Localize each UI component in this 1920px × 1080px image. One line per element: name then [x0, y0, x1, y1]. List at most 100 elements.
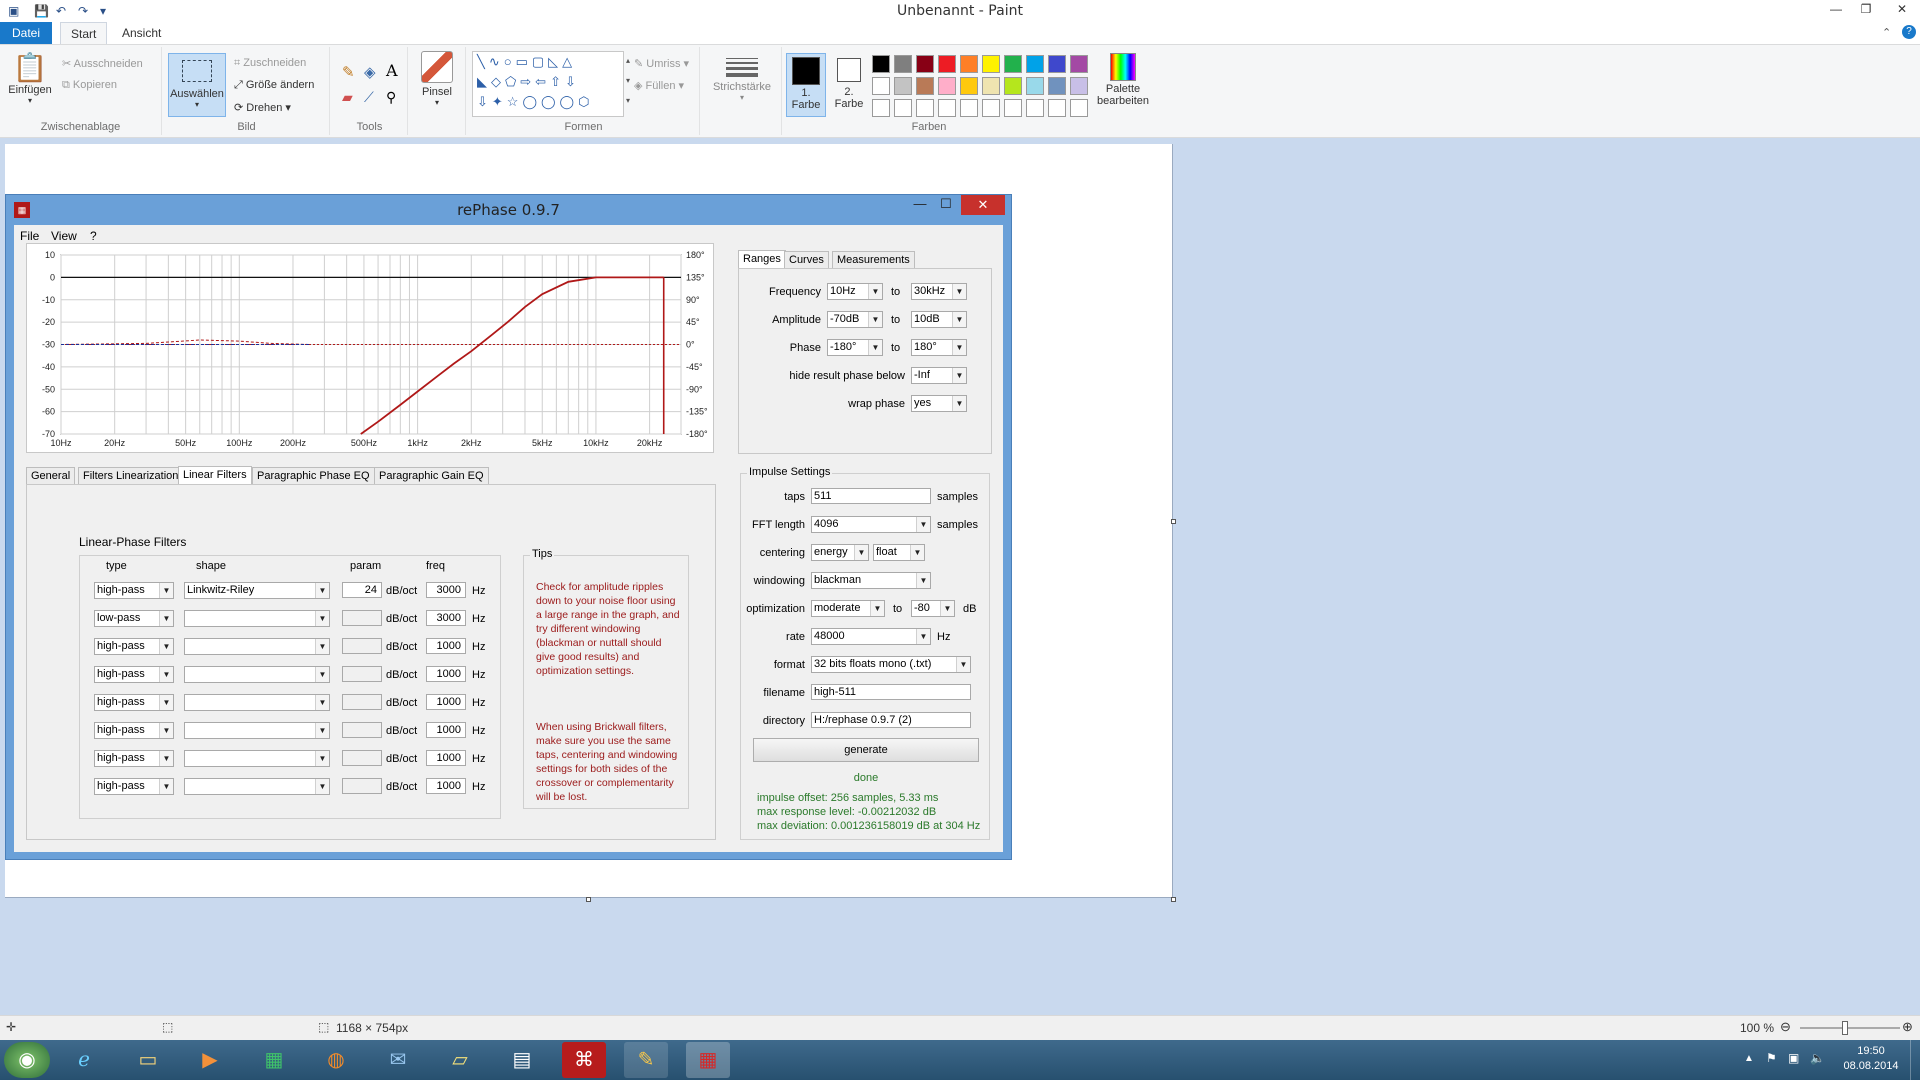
thunderbird-icon[interactable]: ✉: [376, 1042, 420, 1078]
filter-shape-select[interactable]: ▼: [184, 694, 330, 711]
cut-button[interactable]: ✂ Ausschneiden: [62, 57, 143, 70]
action-center-flag-icon[interactable]: ⚑: [1766, 1051, 1777, 1065]
palette-swatch[interactable]: [982, 77, 1000, 95]
tab-view[interactable]: Ansicht: [122, 26, 161, 40]
minimize-ribbon-icon[interactable]: ⌃: [1882, 26, 1891, 39]
palette-swatch[interactable]: [982, 55, 1000, 73]
eraser-icon[interactable]: ▰: [342, 89, 353, 106]
directory-input[interactable]: H:/rephase 0.9.7 (2): [811, 712, 971, 728]
zoom-in-icon[interactable]: ⊕: [1902, 1019, 1913, 1035]
palette-swatch[interactable]: [938, 77, 956, 95]
filter-shape-select[interactable]: ▼: [184, 638, 330, 655]
menu-help[interactable]: ?: [90, 229, 97, 243]
canvas-resize-handle-corner[interactable]: [1171, 897, 1176, 902]
shapes-gallery[interactable]: ╲∿○▭▢◺△ ◣◇⬠⇨⇦⇧⇩ ⇩✦☆◯◯◯⬡: [472, 51, 624, 117]
calculator-icon[interactable]: ▤: [500, 1042, 544, 1078]
color1-button[interactable]: 1. Farbe: [786, 53, 826, 117]
zoom-slider-thumb[interactable]: [1842, 1021, 1848, 1035]
freq-from-select[interactable]: 10Hz ▼: [827, 283, 883, 300]
menu-view[interactable]: View: [51, 229, 77, 243]
network-icon[interactable]: ▣: [1788, 1051, 1799, 1065]
palette-swatch[interactable]: [1004, 77, 1022, 95]
filter-param-input[interactable]: [342, 778, 382, 794]
wrap-phase-select[interactable]: yes ▼: [911, 395, 967, 412]
palette-swatch[interactable]: [938, 55, 956, 73]
palette-swatch[interactable]: [982, 99, 1000, 117]
shapes-gallery-scroll[interactable]: ▴ ▾ ▾: [626, 51, 630, 111]
filter-type-select[interactable]: high-pass ▼: [94, 778, 174, 795]
filter-freq-input[interactable]: 1000: [426, 694, 466, 710]
crop-button[interactable]: ⌗ Zuschneiden: [234, 57, 306, 70]
filter-freq-input[interactable]: 1000: [426, 722, 466, 738]
amp-from-select[interactable]: -70dB ▼: [827, 311, 883, 328]
internet-explorer-icon[interactable]: ℯ: [62, 1042, 106, 1078]
rotate-button[interactable]: ⟳ Drehen ▾: [234, 101, 291, 114]
filter-type-select[interactable]: high-pass ▼: [94, 722, 174, 739]
palette-swatch[interactable]: [960, 77, 978, 95]
resize-button[interactable]: ⤢ Größe ändern: [234, 79, 314, 92]
color-picker-icon[interactable]: ⟋: [364, 89, 374, 106]
filter-param-input[interactable]: [342, 638, 382, 654]
system-clock[interactable]: 19:50 08.08.2014: [1838, 1044, 1904, 1074]
palette-swatch[interactable]: [894, 99, 912, 117]
canvas-resize-handle-right[interactable]: [1171, 519, 1176, 524]
optimization-select[interactable]: moderate ▼: [811, 600, 885, 617]
tab-measurements[interactable]: Measurements: [832, 251, 915, 268]
amp-to-select[interactable]: 10dB ▼: [911, 311, 967, 328]
volume-icon[interactable]: 🔈: [1810, 1051, 1825, 1065]
response-chart[interactable]: 10Hz 20Hz 50Hz 100Hz 200Hz 500Hz 1kHz 2kHz 5kHz 1…: [27, 244, 715, 454]
filter-type-select[interactable]: high-pass ▼: [94, 750, 174, 767]
color2-button[interactable]: 2. Farbe: [830, 53, 868, 117]
zoom-slider-track[interactable]: [1800, 1027, 1900, 1029]
tab-paragraphic-phase-eq[interactable]: Paragraphic Phase EQ: [252, 467, 375, 484]
tab-start[interactable]: Start: [60, 22, 108, 45]
filter-param-input[interactable]: [342, 750, 382, 766]
show-desktop-button[interactable]: [1910, 1040, 1920, 1080]
edit-colors-button[interactable]: Palette bearbeiten: [1094, 53, 1152, 107]
hide-phase-select[interactable]: -Inf ▼: [911, 367, 967, 384]
store-icon[interactable]: ▦: [252, 1042, 296, 1078]
palette-swatch[interactable]: [916, 55, 934, 73]
palette-swatch[interactable]: [960, 99, 978, 117]
firefox-icon[interactable]: ◍: [314, 1042, 358, 1078]
tab-file[interactable]: Datei: [0, 22, 53, 44]
filter-freq-input[interactable]: 1000: [426, 638, 466, 654]
start-orb-icon[interactable]: ◉: [4, 1042, 50, 1078]
palette-swatch[interactable]: [1026, 99, 1044, 117]
palette-swatch[interactable]: [960, 55, 978, 73]
palette-swatch[interactable]: [1070, 55, 1088, 73]
help-icon[interactable]: ?: [1902, 25, 1916, 39]
filter-type-select[interactable]: low-pass ▼: [94, 610, 174, 627]
filter-param-input[interactable]: [342, 722, 382, 738]
rephase-maximize-button[interactable]: ☐: [933, 195, 959, 215]
filter-type-select[interactable]: high-pass ▼: [94, 638, 174, 655]
media-player-icon[interactable]: ▶: [188, 1042, 232, 1078]
optimization-db-select[interactable]: -80 ▼: [911, 600, 955, 617]
pencil-icon[interactable]: ✎: [342, 63, 355, 81]
paint-taskbar-icon[interactable]: ✎: [624, 1042, 668, 1078]
fill-bucket-icon[interactable]: ◈: [364, 63, 376, 81]
rephase-minimize-button[interactable]: —: [907, 195, 933, 215]
palette-swatch[interactable]: [1026, 77, 1044, 95]
palette-swatch[interactable]: [1004, 99, 1022, 117]
sticky-notes-icon[interactable]: ▱: [438, 1042, 482, 1078]
text-tool-icon[interactable]: A: [386, 61, 398, 80]
rate-select[interactable]: 48000 ▼: [811, 628, 931, 645]
outline-button[interactable]: ✎ Umriss ▾: [634, 57, 689, 70]
filter-type-select[interactable]: high-pass ▼: [94, 666, 174, 683]
tab-curves[interactable]: Curves: [784, 251, 829, 268]
freq-to-select[interactable]: 30kHz ▼: [911, 283, 967, 300]
palette-swatch[interactable]: [916, 77, 934, 95]
palette-swatch[interactable]: [1070, 99, 1088, 117]
palette-swatch[interactable]: [872, 99, 890, 117]
centering-mode-select[interactable]: float ▼: [873, 544, 925, 561]
windowing-select[interactable]: blackman ▼: [811, 572, 931, 589]
filter-param-input[interactable]: [342, 666, 382, 682]
close-button[interactable]: ✕: [1884, 0, 1920, 20]
filter-freq-input[interactable]: 1000: [426, 750, 466, 766]
tab-ranges[interactable]: Ranges: [738, 250, 786, 268]
format-select[interactable]: 32 bits floats mono (.txt) ▼: [811, 656, 971, 673]
tab-filters-linearization[interactable]: Filters Linearization: [78, 467, 184, 484]
filter-freq-input[interactable]: 1000: [426, 666, 466, 682]
filter-param-input[interactable]: [342, 694, 382, 710]
